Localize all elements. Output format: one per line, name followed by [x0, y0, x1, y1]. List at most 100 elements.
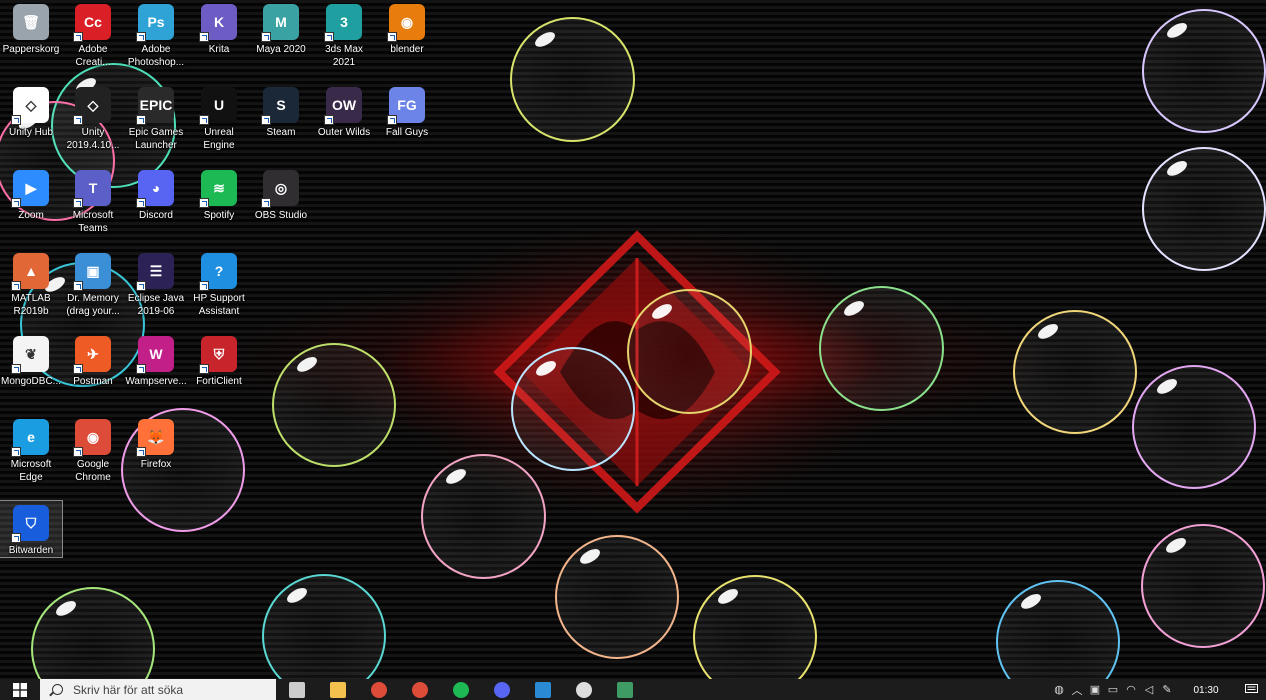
desktop-icon[interactable]: Ps Adobe Photoshop...	[125, 0, 187, 69]
icon-glyph: K	[213, 13, 225, 30]
desktop-icon[interactable]: K Krita	[188, 0, 250, 56]
desktop-icon[interactable]: ✈ Postman	[62, 332, 124, 388]
network-globe-icon[interactable]: ◍	[1050, 679, 1068, 700]
desktop-icon[interactable]: ⛉ Bitwarden	[0, 500, 63, 558]
taskbar-clock[interactable]: 01:30	[1176, 683, 1236, 697]
desktop-icon-label: blender	[390, 44, 424, 55]
desktop-icon[interactable]: 🗑 Papperskorg	[0, 0, 62, 56]
desktop-icon-label: Steam	[266, 127, 296, 138]
desktop-icon[interactable]: 🦊 Firefox	[125, 415, 187, 471]
icon-glyph: ◉	[400, 13, 414, 30]
desktop-icon[interactable]: ◎ OBS Studio	[250, 166, 312, 222]
taskbar-app-chrome-2[interactable]	[399, 679, 440, 700]
desktop-icon[interactable]: ◉ Google Chrome	[62, 415, 124, 484]
shortcut-arrow-icon	[324, 115, 334, 125]
desktop-icon[interactable]: e Microsoft Edge	[0, 415, 62, 484]
desktop-icon-label: Maya 2020	[256, 44, 306, 55]
desktop-icon[interactable]: U Unreal Engine	[188, 83, 250, 152]
icon-glyph: ◎	[274, 179, 288, 196]
notification-center-button[interactable]	[1236, 679, 1266, 700]
shortcut-arrow-icon	[136, 447, 146, 457]
notification-icon	[1244, 684, 1258, 693]
start-button[interactable]	[0, 679, 40, 700]
obs-icon: ◎	[261, 170, 299, 208]
desktop-icon[interactable]: ▶ Zoom	[0, 166, 62, 222]
taskbar-app-chrome[interactable]	[358, 679, 399, 700]
shortcut-arrow-icon	[261, 32, 271, 42]
icon-glyph: ☰	[149, 262, 163, 279]
eclipse-icon: ☰	[136, 253, 174, 291]
desktop-icon-label: MATLAB R2019b	[11, 293, 51, 317]
taskbar-app-app-window[interactable]	[604, 679, 645, 700]
taskbar-app-settings[interactable]	[563, 679, 604, 700]
shortcut-arrow-icon	[136, 364, 146, 374]
desktop-icon-label: Postman	[73, 376, 113, 387]
desktop-icon-label: FortiClient	[196, 376, 242, 387]
desktop-icon[interactable]: ◕ Discord	[125, 166, 187, 222]
icon-glyph: ◉	[86, 428, 100, 445]
desktop-icon[interactable]: ◇ Unity 2019.4.10...	[62, 83, 124, 152]
desktop-icon-label: Firefox	[140, 459, 172, 470]
taskbar-app-file-explorer[interactable]	[317, 679, 358, 700]
desktop-icon[interactable]: ☰ Eclipse Java 2019-06	[125, 249, 187, 318]
shortcut-arrow-icon	[136, 281, 146, 291]
desktop-icon[interactable]: ⛨ FortiClient	[188, 332, 250, 388]
spotify-icon	[452, 681, 469, 698]
desktop-icon[interactable]: OW Outer Wilds	[313, 83, 375, 139]
desktop-icon[interactable]: W Wampserve...	[125, 332, 187, 388]
wifi-icon[interactable]: ◠	[1122, 679, 1140, 700]
desktop-icon[interactable]: ◉ blender	[376, 0, 438, 56]
desktop-icon[interactable]: ◇ Unity Hub	[0, 83, 62, 139]
bubble	[511, 347, 635, 471]
icon-glyph: FG	[397, 96, 417, 113]
chevron-up-icon[interactable]: ︿	[1068, 679, 1086, 700]
desktop-icon[interactable]: T Microsoft Teams	[62, 166, 124, 235]
icon-glyph: Cc	[84, 13, 102, 30]
desktop-icon[interactable]: ? HP Support Assistant	[188, 249, 250, 318]
outer-wilds-icon: OW	[324, 87, 362, 125]
matlab-icon: ▲	[11, 253, 49, 291]
taskbar-app-task-view[interactable]	[276, 679, 317, 700]
taskbar-app-vscode[interactable]	[522, 679, 563, 700]
taskbar-apps	[276, 679, 645, 700]
desktop-icon-label: Papperskorg	[2, 44, 60, 55]
icon-glyph: ◇	[87, 96, 99, 113]
app-window-icon	[616, 681, 633, 698]
shortcut-arrow-icon	[11, 364, 21, 374]
icon-glyph: M	[275, 13, 287, 30]
desktop-icon-label: Bitwarden	[8, 545, 54, 556]
desktop-icon[interactable]: M Maya 2020	[250, 0, 312, 56]
battery-icon[interactable]: ▭	[1104, 679, 1122, 700]
desktop-icon-label: 3ds Max 2021	[325, 44, 363, 68]
taskbar-app-discord[interactable]	[481, 679, 522, 700]
volume-icon[interactable]: ◁	[1140, 679, 1158, 700]
desktop-icon-label: Eclipse Java 2019-06	[127, 293, 185, 317]
icon-glyph: OW	[331, 96, 357, 113]
shortcut-arrow-icon	[11, 115, 21, 125]
desktop-icon-label: Microsoft Teams	[72, 210, 114, 234]
chrome-2-icon	[411, 681, 428, 698]
desktop-icon-label: Fall Guys	[385, 127, 429, 138]
icon-glyph: EPIC	[139, 96, 173, 113]
desktop-icon[interactable]: FG Fall Guys	[376, 83, 438, 139]
desktop-icon[interactable]: Cc Adobe Creati...	[62, 0, 124, 69]
postman-icon: ✈	[73, 336, 111, 374]
shortcut-arrow-icon	[136, 32, 146, 42]
taskbar-search-input[interactable]: Skriv här för att söka	[40, 679, 276, 700]
photoshop-icon: Ps	[136, 4, 174, 42]
desktop-icon[interactable]: 3 3ds Max 2021	[313, 0, 375, 69]
settings-icon	[575, 681, 592, 698]
desktop-icon[interactable]: ▲ MATLAB R2019b	[0, 249, 62, 318]
desktop-icon[interactable]: EPIC Epic Games Launcher	[125, 83, 187, 152]
taskbar-app-spotify[interactable]	[440, 679, 481, 700]
desktop-icon[interactable]: ▣ Dr. Memory (drag your...	[62, 249, 124, 318]
desktop-icon[interactable]: ≋ Spotify	[188, 166, 250, 222]
shortcut-arrow-icon	[261, 198, 271, 208]
desktop-icon[interactable]: S Steam	[250, 83, 312, 139]
desktop-icon-label: Zoom	[18, 210, 44, 221]
desktop-icon[interactable]: ❦ MongoDBC...	[0, 332, 62, 388]
camera-icon[interactable]: ▣	[1086, 679, 1104, 700]
bubble	[1132, 365, 1256, 489]
pen-icon[interactable]: ✎	[1158, 679, 1176, 700]
discord-icon: ◕	[136, 170, 174, 208]
